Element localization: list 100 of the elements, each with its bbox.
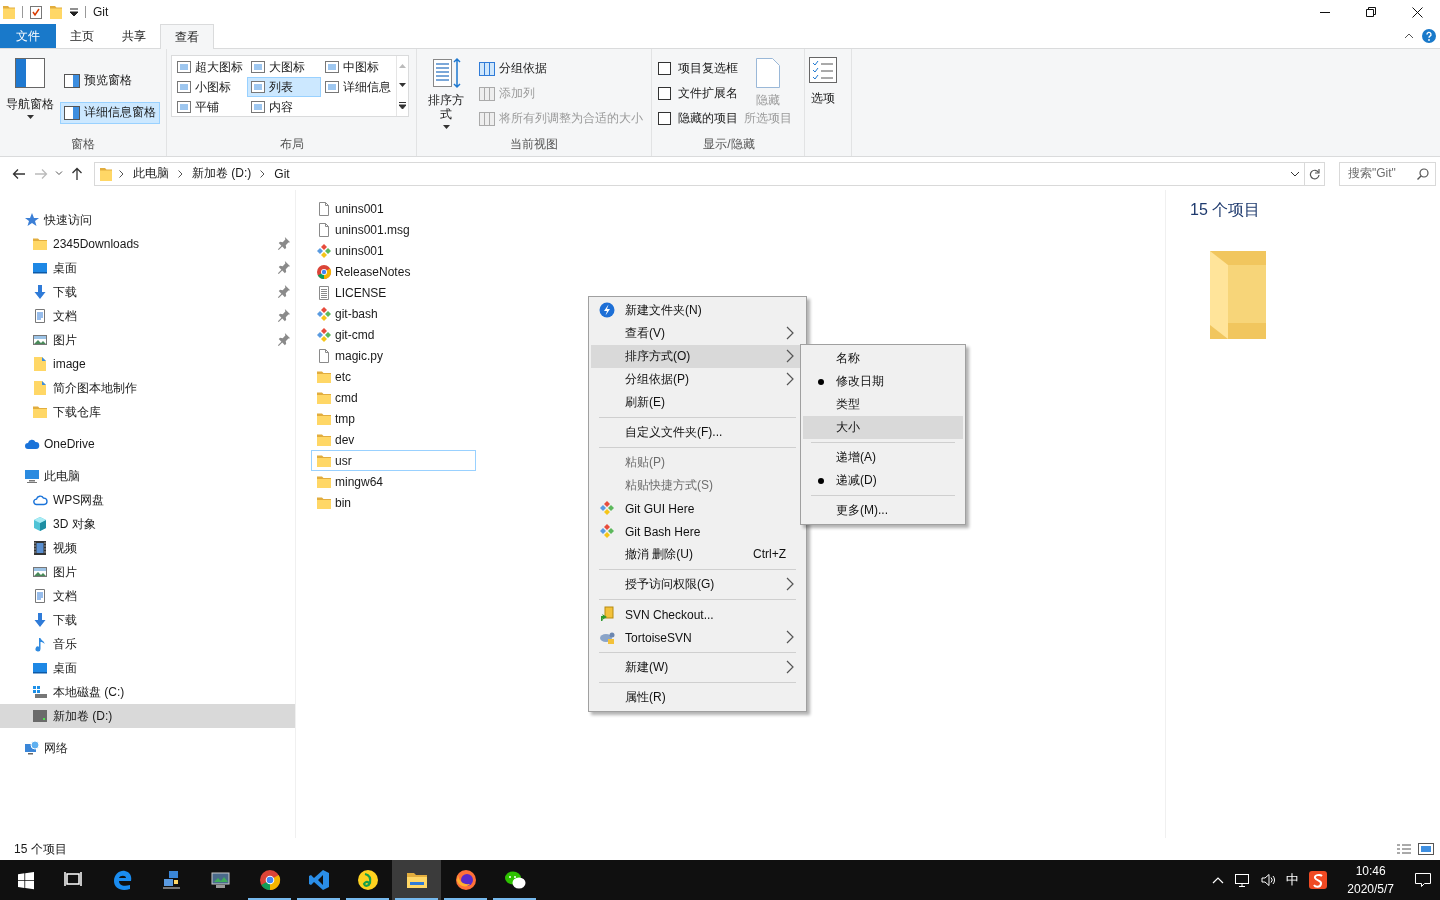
layout-option[interactable]: 内容 bbox=[247, 97, 321, 117]
help-icon[interactable] bbox=[1422, 29, 1436, 43]
menu-item[interactable]: 修改日期 bbox=[803, 370, 963, 393]
breadcrumb[interactable]: 此电脑 bbox=[130, 165, 172, 182]
nav-item[interactable]: 桌面 bbox=[0, 256, 295, 280]
layout-option[interactable]: 超大图标 bbox=[173, 57, 247, 77]
nav-item[interactable]: 新加卷 (D:) bbox=[0, 704, 295, 728]
nav-item[interactable]: OneDrive bbox=[0, 432, 295, 456]
more-icon[interactable] bbox=[399, 101, 406, 109]
checkbox-option[interactable]: 文件扩展名 bbox=[658, 81, 738, 106]
volume-icon[interactable] bbox=[1260, 872, 1277, 888]
breadcrumb[interactable]: 新加卷 (D:) bbox=[189, 165, 255, 182]
file-item[interactable]: git-bash bbox=[311, 303, 476, 324]
breadcrumb-chevron-icon[interactable] bbox=[178, 169, 183, 178]
navigation-pane-button[interactable]: 导航窗格 bbox=[4, 53, 56, 134]
layout-option[interactable]: 大图标 bbox=[247, 57, 321, 77]
search-field[interactable]: 搜索"Git" bbox=[1339, 161, 1436, 186]
nav-item[interactable]: 简介图本地制作 bbox=[0, 376, 295, 400]
nav-item[interactable]: 文档 bbox=[0, 304, 295, 328]
checklist-icon[interactable] bbox=[29, 4, 43, 20]
file-item[interactable]: magic.py bbox=[311, 345, 476, 366]
layout-option[interactable]: 详细信息 bbox=[321, 77, 395, 97]
menu-item[interactable]: 新建文件夹(N) bbox=[591, 299, 804, 322]
menu-item[interactable]: 刷新(E) bbox=[591, 391, 804, 414]
nav-item[interactable]: 下载仓库 bbox=[0, 400, 295, 424]
menu-item[interactable]: 类型 bbox=[803, 393, 963, 416]
menu-item[interactable]: Git GUI Here bbox=[591, 497, 804, 520]
address-field[interactable]: 此电脑 新加卷 (D:) Git bbox=[94, 161, 1305, 186]
notifications-icon[interactable] bbox=[1414, 872, 1432, 888]
nav-item[interactable]: 图片 bbox=[0, 560, 295, 584]
refresh-button[interactable] bbox=[1305, 161, 1325, 186]
nav-item[interactable]: 网络 bbox=[0, 736, 295, 760]
checkbox-option[interactable]: 隐藏的项目 bbox=[658, 106, 738, 131]
file-item[interactable]: usr bbox=[311, 450, 476, 471]
layout-option[interactable]: 平铺 bbox=[173, 97, 247, 117]
menu-item[interactable]: SVN Checkout... bbox=[591, 603, 804, 626]
breadcrumb-chevron-icon[interactable] bbox=[260, 169, 266, 178]
menu-item[interactable]: 更多(M)... bbox=[803, 499, 963, 522]
checkbox-option[interactable]: 项目复选框 bbox=[658, 56, 738, 81]
file-item[interactable]: unins001 bbox=[311, 240, 476, 261]
ribbon-tab[interactable]: 主页 bbox=[56, 24, 108, 48]
file-item[interactable]: tmp bbox=[311, 408, 476, 429]
input-method-button[interactable]: 中 bbox=[1286, 871, 1300, 889]
ribbon-tab[interactable]: 查看 bbox=[160, 24, 214, 49]
details-pane-button[interactable]: 详细信息窗格 bbox=[60, 101, 160, 124]
nav-item[interactable]: 文档 bbox=[0, 584, 295, 608]
view-command[interactable]: 分组依据 bbox=[475, 57, 647, 80]
menu-item[interactable]: 撤消 删除(U) Ctrl+Z bbox=[591, 543, 804, 566]
menu-item[interactable]: 分组依据(P) bbox=[591, 368, 804, 391]
menu-item[interactable]: 查看(V) bbox=[591, 322, 804, 345]
menu-item[interactable]: 名称 bbox=[803, 347, 963, 370]
nav-item[interactable]: image bbox=[0, 352, 295, 376]
large-icons-view-icon[interactable] bbox=[1418, 843, 1434, 855]
menu-item[interactable]: 新建(W) bbox=[591, 656, 804, 679]
menu-item[interactable]: Git Bash Here bbox=[591, 520, 804, 543]
file-item[interactable]: git-cmd bbox=[311, 324, 476, 345]
nav-item[interactable]: 3D 对象 bbox=[0, 512, 295, 536]
layout-option[interactable]: 列表 bbox=[247, 77, 321, 97]
ribbon-tab[interactable]: 共享 bbox=[108, 24, 160, 48]
nav-item[interactable]: 快速访问 bbox=[0, 208, 295, 232]
file-item[interactable]: LICENSE bbox=[311, 282, 476, 303]
nav-item[interactable]: 2345Downloads bbox=[0, 232, 295, 256]
nav-item[interactable]: 视频 bbox=[0, 536, 295, 560]
clock[interactable]: 10:46 2020/5/7 bbox=[1347, 862, 1394, 898]
menu-item[interactable]: 自定义文件夹(F)... bbox=[591, 421, 804, 444]
nav-item[interactable]: 下载 bbox=[0, 280, 295, 304]
collapse-icon[interactable] bbox=[1404, 33, 1414, 39]
nav-item[interactable]: 下载 bbox=[0, 608, 295, 632]
input-app-icon[interactable] bbox=[1309, 871, 1328, 889]
layout-option[interactable]: 中图标 bbox=[321, 57, 395, 77]
menu-item[interactable]: TortoiseSVN bbox=[591, 626, 804, 649]
file-item[interactable]: cmd bbox=[311, 387, 476, 408]
file-item[interactable]: ReleaseNotes bbox=[311, 261, 476, 282]
breadcrumb[interactable]: Git bbox=[271, 166, 293, 181]
sort-by-button[interactable]: 排序方式 bbox=[421, 53, 471, 134]
nav-item[interactable]: 图片 bbox=[0, 328, 295, 352]
preview-pane-button[interactable]: 预览窗格 bbox=[60, 69, 160, 92]
options-button[interactable]: 选项 bbox=[807, 53, 839, 156]
nav-item[interactable]: 桌面 bbox=[0, 656, 295, 680]
network-icon[interactable] bbox=[1234, 872, 1251, 888]
menu-item[interactable]: 授予访问权限(G) bbox=[591, 573, 804, 596]
file-explorer-app-button[interactable] bbox=[392, 860, 441, 900]
dropdown-icon[interactable] bbox=[1290, 170, 1300, 177]
file-item[interactable]: mingw64 bbox=[311, 471, 476, 492]
file-item[interactable]: unins001.msg bbox=[311, 219, 476, 240]
nav-item[interactable]: WPS网盘 bbox=[0, 488, 295, 512]
menu-item[interactable]: 递减(D) bbox=[803, 469, 963, 492]
menu-item[interactable]: 属性(R) bbox=[591, 686, 804, 709]
file-item[interactable]: unins001 bbox=[311, 198, 476, 219]
menu-item[interactable]: 递增(A) bbox=[803, 446, 963, 469]
file-menu-tab[interactable]: 文件 bbox=[0, 24, 56, 48]
file-item[interactable]: dev bbox=[311, 429, 476, 450]
nav-item[interactable]: 本地磁盘 (C:) bbox=[0, 680, 295, 704]
menu-item[interactable]: 大小 bbox=[803, 416, 963, 439]
nav-item[interactable]: 此电脑 bbox=[0, 464, 295, 488]
layout-option[interactable]: 小图标 bbox=[173, 77, 247, 97]
breadcrumb-chevron-icon[interactable] bbox=[119, 169, 124, 178]
dropdown-icon[interactable] bbox=[69, 7, 79, 17]
file-item[interactable]: bin bbox=[311, 492, 476, 513]
nav-item[interactable]: 音乐 bbox=[0, 632, 295, 656]
